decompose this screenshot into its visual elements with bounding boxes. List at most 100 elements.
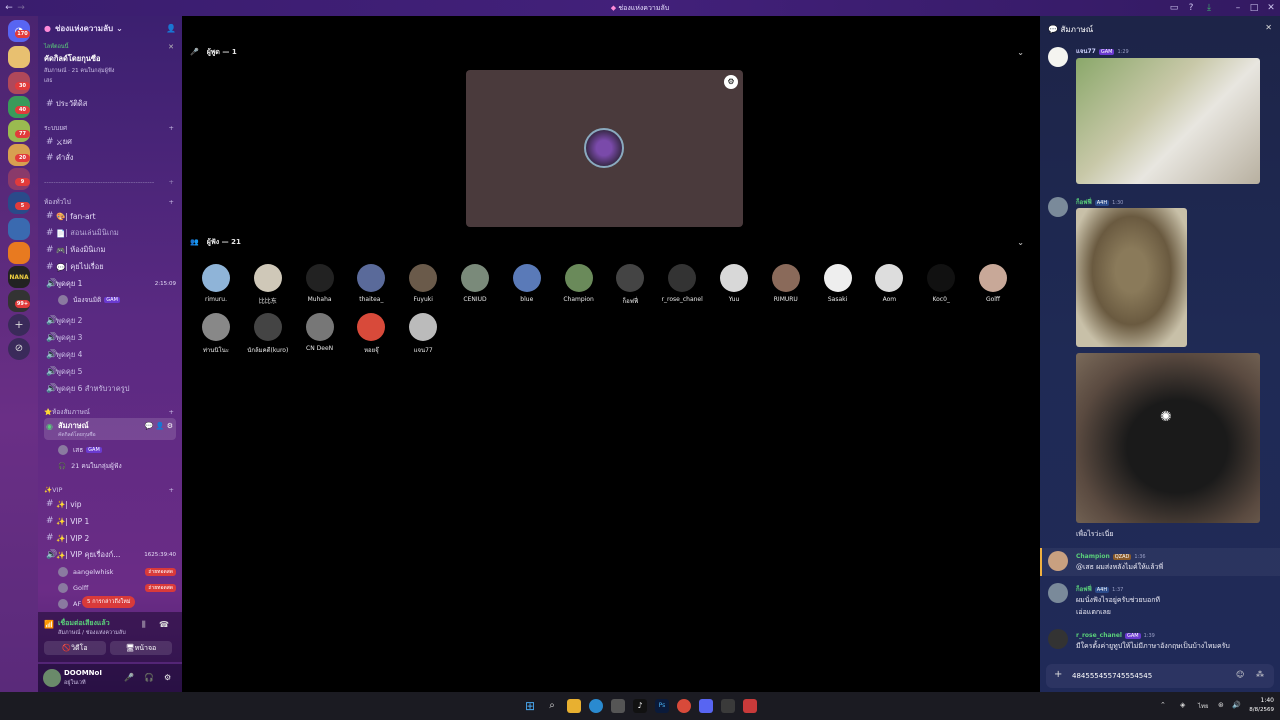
category-vip[interactable]: ✨VIP + xyxy=(44,484,174,496)
add-channel-icon[interactable]: + xyxy=(169,408,174,416)
file-explorer-icon[interactable] xyxy=(567,699,581,713)
gear-icon[interactable]: ⚙ xyxy=(164,673,171,682)
audience-member[interactable]: CN DeeN xyxy=(294,313,346,352)
audience-member[interactable]: Aom xyxy=(863,264,915,303)
server-icon-9[interactable] xyxy=(8,242,30,264)
voice-channel-talk1[interactable]: 🔊 พูดคุย 1 2:15:09 xyxy=(44,277,176,291)
channel-minigame[interactable]: # 🎮 | ห้องมินิเกม xyxy=(44,243,176,257)
channel-history[interactable]: # ประวัติดิส xyxy=(44,97,176,111)
voice-channel-talk4[interactable]: 🔊 พูดคุย 4 xyxy=(44,348,176,362)
audience-member[interactable]: thaitea_ xyxy=(345,264,397,303)
channel-commands[interactable]: # คำสั่ง xyxy=(44,151,176,165)
add-attachment-icon[interactable]: + xyxy=(1054,669,1062,680)
audience-member[interactable]: Champion xyxy=(553,264,605,303)
emoji-icon[interactable]: ☺ xyxy=(1236,670,1244,679)
divider-category[interactable]: ----------------------------------------… xyxy=(44,176,174,188)
add-server-icon[interactable]: + xyxy=(8,314,30,336)
server-icon-1[interactable] xyxy=(8,46,30,68)
add-channel-icon[interactable]: + xyxy=(169,486,174,494)
avatar[interactable] xyxy=(43,669,61,687)
audience-member[interactable]: ท่านนิโนะ xyxy=(190,313,242,355)
audience-member[interactable]: นักล้มคดี(kuro) xyxy=(242,313,294,355)
speaker-tile[interactable]: ⚙ xyxy=(466,70,743,227)
audience-member[interactable]: Yuu xyxy=(708,264,760,303)
audience-member[interactable]: แจน77 xyxy=(397,313,449,355)
audience-member[interactable]: Fuyuki xyxy=(397,264,449,303)
language-indicator[interactable]: ไทย xyxy=(1198,701,1209,711)
stage-audience[interactable]: 🎧 21 คนในกลุ่มผู้ฟัง xyxy=(58,460,176,472)
add-member-icon[interactable]: 👤 xyxy=(166,24,176,33)
tiktok-icon[interactable]: ♪ xyxy=(633,699,647,713)
audience-member[interactable]: rimuru. xyxy=(190,264,242,303)
settings-icon[interactable]: ⚙ xyxy=(724,75,738,89)
server-icon-8[interactable] xyxy=(8,218,30,240)
stage-channel-interview[interactable]: ◉ สัมภาษณ์ คัดกิลด์โดยกุนซือ 💬 👤 ⚙ xyxy=(44,418,176,440)
minimize-icon[interactable]: – xyxy=(1233,3,1243,13)
apps-icon[interactable]: ⁂ xyxy=(1256,670,1264,679)
microphone-icon[interactable]: 🎤 xyxy=(124,673,134,682)
author-name[interactable]: Champion xyxy=(1076,553,1110,560)
vip-user[interactable]: Golff ถ่ายทอดสด xyxy=(58,582,176,594)
category-interview[interactable]: ⭐ห้องสัมภาษณ์ + xyxy=(44,406,174,418)
audience-member[interactable]: 比比东 xyxy=(242,264,294,305)
audience-member[interactable]: RIMURU xyxy=(760,264,812,303)
headphones-icon[interactable]: 🎧 xyxy=(144,673,154,682)
discord-icon[interactable] xyxy=(699,699,713,713)
message-input[interactable] xyxy=(1072,668,1222,684)
avatar[interactable] xyxy=(1048,47,1068,67)
voice-user[interactable]: น้องจนมิติ GAM xyxy=(58,294,176,306)
recording-icon[interactable] xyxy=(743,699,757,713)
category-general[interactable]: ห้องทั่วไป + xyxy=(44,196,174,208)
audience-header[interactable]: 👥 ผู้ฟัง — 21 ⌄ xyxy=(190,235,1024,249)
edge-icon[interactable] xyxy=(589,699,603,713)
avatar[interactable] xyxy=(1048,629,1068,649)
inbox-icon[interactable]: ▭ xyxy=(1169,3,1179,13)
channel-vip1[interactable]: # ✨ | VIP 1 xyxy=(44,514,176,528)
audience-member[interactable]: หอยจุ๊ xyxy=(345,313,397,355)
photoshop-icon[interactable]: Ps xyxy=(655,699,669,713)
help-icon[interactable]: ? xyxy=(1186,3,1196,13)
channel-vip[interactable]: # ✨ | vip xyxy=(44,497,176,511)
add-channel-icon[interactable]: + xyxy=(169,178,174,186)
channel-chat[interactable]: # 💬 | คุยไปเรื่อย xyxy=(44,260,176,274)
chrome-icon[interactable] xyxy=(677,699,691,713)
close-icon[interactable]: ✕ xyxy=(1265,23,1272,32)
channel-rank[interactable]: # ⚔ ยศ xyxy=(44,135,176,149)
noise-suppression-icon[interactable]: ⫼ xyxy=(142,620,146,630)
clock-date[interactable]: 8/8/2569 xyxy=(1240,707,1274,713)
new-mentions-pill[interactable]: 5 การกล่าวถึงใหม่ xyxy=(82,596,136,608)
channel-vip2[interactable]: # ✨ | VIP 2 xyxy=(44,531,176,545)
audience-member[interactable]: r_rose_chanel xyxy=(656,264,708,303)
stage-speaker[interactable]: เสธ GAM xyxy=(58,444,176,456)
explore-icon[interactable]: ⊘ xyxy=(8,338,30,360)
avatar[interactable] xyxy=(1048,583,1068,603)
add-channel-icon[interactable]: + xyxy=(169,198,174,206)
audience-member[interactable]: CENIUD xyxy=(449,264,501,303)
author-name[interactable]: ก็อฟฟี่ xyxy=(1076,586,1092,593)
app-icon[interactable] xyxy=(721,699,735,713)
audience-member[interactable]: blue xyxy=(501,264,553,303)
server-header[interactable]: ● ช่องแห่งความลับ ⌄ 👤 xyxy=(44,21,176,35)
screen-share-button[interactable]: 🖥 หน้าจอ xyxy=(110,641,172,655)
audience-member[interactable]: Koc0_ xyxy=(915,264,967,303)
store-icon[interactable] xyxy=(611,699,625,713)
audience-member[interactable]: ก็อฟฟี่ xyxy=(604,264,656,306)
voice-channel-talk3[interactable]: 🔊 พูดคุย 3 xyxy=(44,331,176,345)
close-icon[interactable]: ✕ xyxy=(1266,3,1276,13)
voice-channel-vip[interactable]: 🔊 ✨ | VIP คุยเรื่องก์... 1625:39:40 xyxy=(44,548,176,562)
clock-time[interactable]: 1:40 xyxy=(1250,697,1274,704)
voice-channel-talk5[interactable]: 🔊 พูดคุย 5 xyxy=(44,365,176,379)
start-icon[interactable]: ⊞ xyxy=(523,699,537,713)
search-icon[interactable]: ⌕ xyxy=(545,699,559,713)
maximize-icon[interactable]: □ xyxy=(1249,3,1259,13)
category-rank[interactable]: ระบบยศ + xyxy=(44,122,174,134)
channel-minigame-teach[interactable]: # 📄 | สอนเล่นมินิเกม xyxy=(44,226,176,240)
author-name[interactable]: ก็อฟฟี่ xyxy=(1076,199,1092,206)
add-channel-icon[interactable]: + xyxy=(169,124,174,132)
author-name[interactable]: r_rose_chanel xyxy=(1076,632,1122,639)
audience-member[interactable]: Sasaki xyxy=(812,264,864,303)
voice-channel-talk6[interactable]: 🔊 พูดคุย 6 สำหรับวาครูป xyxy=(44,382,176,396)
cat-video[interactable]: ✺ xyxy=(1076,353,1260,523)
vip-user[interactable]: aangelwhisk ถ่ายทอดสด xyxy=(58,566,176,578)
download-icon[interactable]: ⤓ xyxy=(1204,3,1214,13)
